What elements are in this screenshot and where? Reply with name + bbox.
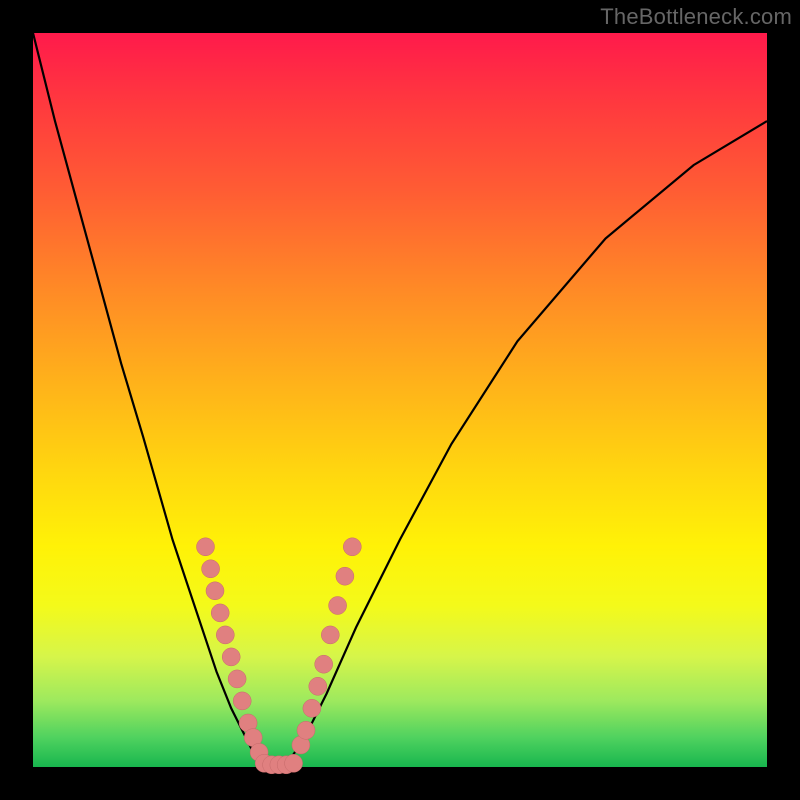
data-point bbox=[297, 721, 315, 739]
data-point bbox=[202, 560, 220, 578]
data-point bbox=[321, 626, 339, 644]
data-point bbox=[211, 604, 229, 622]
data-point bbox=[233, 692, 251, 710]
data-point bbox=[206, 582, 224, 600]
data-point bbox=[228, 670, 246, 688]
data-point bbox=[309, 677, 327, 695]
scatter-points bbox=[197, 538, 362, 774]
chart-svg bbox=[33, 33, 767, 767]
data-point bbox=[303, 699, 321, 717]
bottleneck-curve bbox=[33, 33, 767, 767]
data-point bbox=[197, 538, 215, 556]
data-point bbox=[329, 597, 347, 615]
data-point bbox=[315, 655, 333, 673]
chart-frame: TheBottleneck.com bbox=[0, 0, 800, 800]
plot-area bbox=[33, 33, 767, 767]
data-point bbox=[222, 648, 240, 666]
data-point bbox=[216, 626, 234, 644]
watermark-text: TheBottleneck.com bbox=[600, 4, 792, 30]
data-point bbox=[285, 754, 303, 772]
data-point bbox=[343, 538, 361, 556]
data-point bbox=[336, 567, 354, 585]
